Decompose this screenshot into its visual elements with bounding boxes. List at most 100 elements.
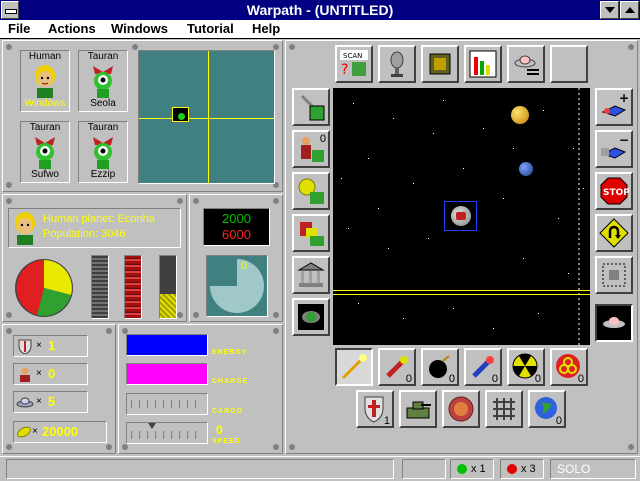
mine-icon <box>448 396 474 422</box>
laser-button[interactable] <box>335 348 373 386</box>
green-count: x 1 <box>471 463 486 475</box>
u-turn-button[interactable] <box>595 214 633 252</box>
race-type: Tauran <box>87 51 119 62</box>
meter-1 <box>91 255 109 319</box>
race-seola[interactable]: Tauran Seola <box>78 50 128 112</box>
menu-windows[interactable]: Windows <box>111 21 168 36</box>
planet-blue[interactable] <box>519 162 533 176</box>
grid-mine-icon <box>493 398 515 420</box>
ufo-report-button[interactable] <box>507 45 545 83</box>
speed-slider[interactable] <box>126 422 208 444</box>
title-bar: Warpath - (UNTITLED) <box>0 0 640 20</box>
races-panel: Human Windows Tauran Seola Tauran Sufwo … <box>2 40 283 192</box>
cargo-button[interactable] <box>292 214 330 252</box>
people-count: 0 <box>48 366 56 381</box>
minimize-icon <box>605 7 615 13</box>
planet-info-box: Human planet: Econha Population: 3046 <box>8 208 181 248</box>
game-mode: SOLO <box>550 459 636 479</box>
minimap[interactable] <box>138 50 275 184</box>
chip-button[interactable] <box>421 45 459 83</box>
globe-button[interactable]: 0 <box>528 390 566 428</box>
race-type: Human <box>28 51 62 62</box>
build-button[interactable] <box>292 88 330 126</box>
biohazard-button[interactable]: 0 <box>550 348 588 386</box>
red-dot-icon <box>507 464 517 474</box>
svg-text:+: + <box>619 92 629 105</box>
race-name: Seola <box>90 98 116 109</box>
tauran-portrait-icon <box>31 135 59 169</box>
zoom-in-icon: + <box>601 92 629 117</box>
ufo-button[interactable] <box>595 304 633 342</box>
shield-icon <box>18 339 32 354</box>
bank-button[interactable] <box>292 256 330 294</box>
tauran-portrait-icon <box>89 64 117 98</box>
resource-credits: × 20000 <box>13 421 107 443</box>
menu-help[interactable]: Help <box>252 21 280 36</box>
speed-label: SPEED <box>212 438 241 445</box>
selected-planet[interactable] <box>444 201 477 231</box>
microphone-button[interactable] <box>378 45 416 83</box>
minimap-planet <box>178 113 185 120</box>
menu-file[interactable]: File <box>8 21 30 36</box>
nuke-button[interactable]: 0 <box>507 348 545 386</box>
speed-slider-thumb[interactable] <box>148 423 156 429</box>
chip-icon <box>429 53 451 75</box>
charge-fill <box>127 364 207 384</box>
energy-label: ENERGY <box>212 349 248 356</box>
green-dot-icon <box>457 464 467 474</box>
tank-button[interactable] <box>399 390 437 428</box>
human-portrait-icon <box>31 64 59 98</box>
credits-amount: 20000 <box>42 424 79 439</box>
zoom-in-button[interactable]: + <box>595 88 633 126</box>
missile-button[interactable]: 0 <box>464 348 502 386</box>
race-ezzip[interactable]: Tauran Ezzip <box>78 121 128 183</box>
statistics-button[interactable] <box>464 45 502 83</box>
gauges-panel: ENERGY CHARGE CARGO 0 SPEED <box>118 324 283 454</box>
minimize-button[interactable] <box>600 1 619 19</box>
red-count: x 3 <box>521 463 536 475</box>
scan-button[interactable]: SCAN? <box>335 45 373 83</box>
laser-icon <box>341 354 367 380</box>
meter-2 <box>124 255 142 319</box>
bomb-button[interactable]: 0 <box>421 348 459 386</box>
home-planet-icon <box>451 206 471 226</box>
zoom-out-button[interactable]: − <box>595 130 633 168</box>
status-green-players: x 1 <box>450 459 494 479</box>
space-view[interactable] <box>333 88 590 345</box>
planet-owner-portrait-icon <box>11 211 39 245</box>
maximize-button[interactable] <box>620 1 639 19</box>
planet-yellow[interactable] <box>511 106 529 124</box>
race-name: Windows <box>24 98 66 109</box>
blank-button[interactable] <box>550 45 588 83</box>
shield-knight-count: 1 <box>383 415 390 427</box>
status-bar: x 1 x 3 SOLO <box>0 456 640 481</box>
race-sufwo[interactable]: Tauran Sufwo <box>20 121 70 183</box>
bomb-count: 0 <box>448 373 455 385</box>
race-name: Ezzip <box>90 169 116 180</box>
nuke-count: 0 <box>534 373 541 385</box>
colonist-button[interactable]: 0 <box>292 130 330 168</box>
svg-text:STOP: STOP <box>603 188 629 198</box>
planet-view-button[interactable] <box>292 298 330 336</box>
build-icon <box>300 94 325 121</box>
money-button[interactable] <box>292 172 330 210</box>
torpedo-count: 0 <box>405 373 412 385</box>
menu-actions[interactable]: Actions <box>48 21 96 36</box>
torpedo-button[interactable]: 0 <box>378 348 416 386</box>
planet-population-text: Population: 3046 <box>43 228 126 240</box>
bar-chart-icon <box>469 50 497 78</box>
shield-knight-button[interactable]: 1 <box>356 390 394 428</box>
grid-icon <box>602 263 626 287</box>
allocation-dial[interactable] <box>13 257 75 319</box>
menu-tutorial[interactable]: Tutorial <box>187 21 234 36</box>
speed-value: 0 <box>216 423 223 437</box>
zoom-out-icon: − <box>601 134 629 159</box>
grid-mine-button[interactable] <box>485 390 523 428</box>
grid-button[interactable] <box>595 256 633 294</box>
race-windows[interactable]: Human Windows <box>20 50 70 112</box>
stop-button[interactable]: STOP <box>595 172 633 210</box>
u-turn-icon <box>599 218 629 248</box>
race-type: Tauran <box>29 122 61 133</box>
mine-button[interactable] <box>442 390 480 428</box>
scan-label: SCAN <box>343 52 362 60</box>
